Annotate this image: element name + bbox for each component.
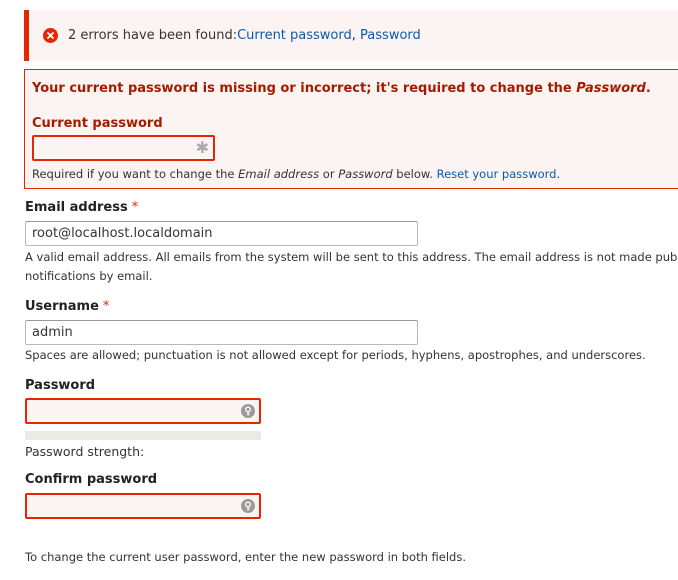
error-messages-banner: 2 errors have been found: Current passwo…	[24, 10, 678, 61]
password-manager-icon[interactable]	[240, 498, 256, 514]
error-banner-text: 2 errors have been found:	[68, 28, 238, 43]
current-password-error-wrapper: Your current password is missing or inco…	[24, 69, 678, 189]
current-password-label: Current password	[32, 116, 163, 131]
password-strength-label: Password strength:	[25, 444, 145, 459]
current-password-input[interactable]: ✱	[32, 135, 215, 161]
account-edit-form: 2 errors have been found: Current passwo…	[0, 0, 678, 580]
email-input[interactable]	[25, 221, 418, 246]
required-mark: *	[131, 200, 139, 215]
error-link-password[interactable]: Password	[360, 28, 421, 43]
confirm-password-input[interactable]	[25, 493, 261, 519]
confirm-password-label: Confirm password	[25, 472, 158, 487]
password-change-description: To change the current user password, ent…	[25, 550, 466, 564]
error-x-icon	[43, 28, 58, 43]
current-password-description: Required if you want to change the Email…	[32, 167, 561, 181]
reset-password-link[interactable]: Reset your password	[437, 167, 557, 181]
email-description: A valid email address. All emails from t…	[25, 250, 678, 283]
username-input[interactable]	[25, 320, 418, 345]
required-mark: *	[102, 299, 110, 314]
required-asterisk-icon: ✱	[195, 138, 209, 157]
password-strength-bar	[25, 431, 261, 440]
current-password-error-message: Your current password is missing or inco…	[32, 81, 651, 96]
password-manager-icon[interactable]	[240, 403, 256, 419]
password-label: Password	[25, 378, 96, 393]
username-description: Spaces are allowed; punctuation is not a…	[25, 348, 646, 362]
username-label: Username *	[25, 299, 110, 314]
error-link-current-password[interactable]: Current password	[237, 28, 352, 43]
email-label: Email address *	[25, 200, 139, 215]
password-input[interactable]	[25, 398, 261, 424]
